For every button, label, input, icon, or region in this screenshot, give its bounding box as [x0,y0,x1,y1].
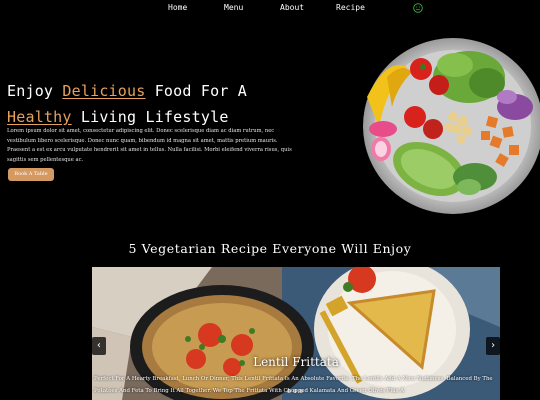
hero-title-pre: Enjoy [7,82,63,100]
recipes-section-title: 5 Vegetarian Recipe Everyone Will Enjoy [128,241,412,256]
hero-description: Lorem ipsum dolor sit amet, consectetur … [7,128,292,163]
hero-title-line-2-post: Living Lifestyle [71,108,229,126]
carousel-next-button[interactable]: › [486,337,500,355]
carousel-prev-button[interactable]: ‹ [92,337,106,355]
salad-bowl-image [363,38,540,214]
book-a-table-button[interactable]: Book A Table [8,168,54,181]
top-navigation: Home Menu About Recipe [0,0,540,16]
hero-title-highlight-delicious: Delicious [62,82,146,100]
nav-home-link[interactable]: Home [168,3,187,12]
nav-menu-link[interactable]: Menu [224,3,243,12]
slide-title: Lentil Frittata [253,355,339,369]
nav-about-link[interactable]: About [280,3,304,12]
nav-recipe-link[interactable]: Recipe [336,3,365,12]
hero-title: Enjoy Delicious Food For A Healthy Livin… [7,78,247,130]
smile-icon[interactable] [413,3,423,13]
hero-title-line-1: Enjoy Delicious Food For A [7,78,247,104]
slide-description: Perfect For A Hearty Breakfast, Lunch Or… [94,376,493,394]
recipe-carousel: ‹ › Lentil Frittata Perfect For A Hearty… [92,267,500,400]
hero-title-post: Food For A [145,82,248,100]
hero-title-highlight-healthy: Healthy [7,108,72,126]
